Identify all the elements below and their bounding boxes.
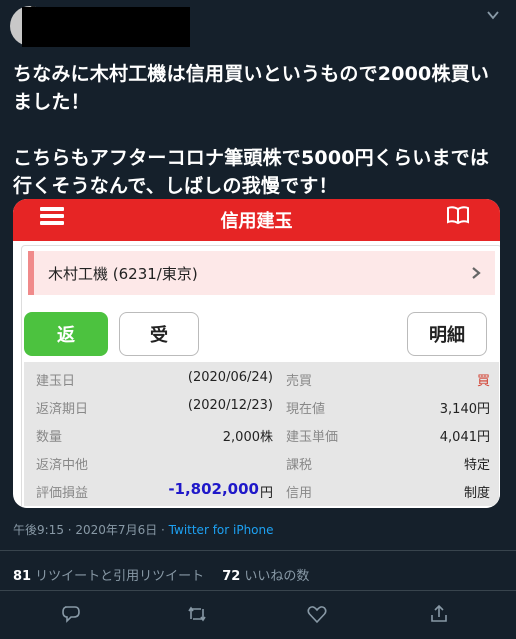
receive-button: 受 <box>119 312 199 356</box>
detail-row: 返済中他 課税 特定 <box>24 448 499 476</box>
detail-label: 建玉単価 <box>286 430 339 445</box>
app-header: 信用建玉 <box>13 199 500 241</box>
tweet-paragraph-1: ちなみに木村工機は信用買いというもので2000株買いました！ <box>13 63 490 113</box>
timestamp-text[interactable]: 午後9:15 · 2020年7月6日 · <box>13 523 169 537</box>
valuation-loss-value: -1,802,000 <box>168 480 259 498</box>
detail-label: 返済中他 <box>36 458 89 473</box>
retweets-label: リツイートと引用リツイート <box>35 569 205 584</box>
detail-label: 信用 <box>286 486 313 501</box>
stock-name: 木村工機 (6231/東京) <box>48 265 198 283</box>
likes-count: 72 <box>222 569 241 584</box>
retweets-stat[interactable]: 81 リツイートと引用リツイート <box>13 569 204 584</box>
engagement-stats: 81 リツイートと引用リツイート 72 いいねの数 <box>13 565 309 584</box>
tweet-text: ちなみに木村工機は信用買いというもので2000株買いました！ こちらもアフターコ… <box>13 60 508 200</box>
tweet-paragraph-2: こちらもアフターコロナ筆頭株で5000円くらいまでは行くそうなんで、しばしの我慢… <box>13 147 490 197</box>
stock-row: 木村工機 (6231/東京) <box>28 251 495 295</box>
detail-value: 3,140円 <box>439 402 490 417</box>
currency-unit: 円 <box>259 486 273 501</box>
retweets-count: 81 <box>13 569 32 584</box>
divider <box>0 590 516 591</box>
repay-button: 返 <box>24 312 108 356</box>
screen-title: 信用建玉 <box>220 211 293 232</box>
redacted-user-name <box>22 7 190 47</box>
tweet: ちなみに木村工機は信用買いというもので2000株買いました！ こちらもアフターコ… <box>0 0 516 639</box>
reply-icon[interactable] <box>60 603 82 625</box>
likes-label: いいねの数 <box>244 569 310 584</box>
detail-value: (2020/06/24) <box>187 370 273 385</box>
position-details: 建玉日 (2020/06/24) 売買 買 返済期日 (2020/12/23) … <box>24 362 499 506</box>
likes-stat[interactable]: 72 いいねの数 <box>222 569 309 584</box>
chevron-down-icon[interactable] <box>486 8 500 22</box>
chevron-right-icon <box>472 267 481 279</box>
attached-image[interactable]: 信用建玉 木村工機 (6231/東京) 返 受 明細 建玉日 (2020/06/… <box>13 199 500 508</box>
detail-value: 買 <box>476 374 490 389</box>
divider <box>0 550 516 551</box>
detail-value: (2020/12/23) <box>187 398 273 413</box>
detail-label: 評価損益 <box>36 486 89 501</box>
retweet-icon[interactable] <box>186 603 208 625</box>
detail-label: 課税 <box>286 458 313 473</box>
position-panel: 木村工機 (6231/東京) 返 受 明細 建玉日 (2020/06/24) 売… <box>21 245 500 508</box>
source-link[interactable]: Twitter for iPhone <box>169 523 274 537</box>
detail-value: 制度 <box>463 486 490 501</box>
detail-row: 数量 2,000株 建玉単価 4,041円 <box>24 420 499 448</box>
book-icon <box>447 206 469 225</box>
detail-row: 評価損益 -1,802,000 円 信用 制度 <box>24 476 499 504</box>
detail-value: 2,000株 <box>222 430 273 445</box>
detail-value: 特定 <box>463 458 490 473</box>
detail-label: 返済期日 <box>36 402 89 417</box>
share-icon[interactable] <box>428 603 450 625</box>
like-icon[interactable] <box>306 603 328 625</box>
detail-row: 返済期日 (2020/12/23) 現在値 3,140円 <box>24 392 499 420</box>
detail-row: 建玉日 (2020/06/24) 売買 買 <box>24 364 499 392</box>
tweet-timestamp: 午後9:15 · 2020年7月6日 · Twitter for iPhone <box>13 521 274 538</box>
detail-label: 建玉日 <box>36 374 76 389</box>
detail-button: 明細 <box>407 312 487 356</box>
detail-label: 売買 <box>286 374 313 389</box>
detail-label: 数量 <box>36 430 63 445</box>
detail-value: 4,041円 <box>439 430 490 445</box>
detail-label: 現在値 <box>286 402 326 417</box>
